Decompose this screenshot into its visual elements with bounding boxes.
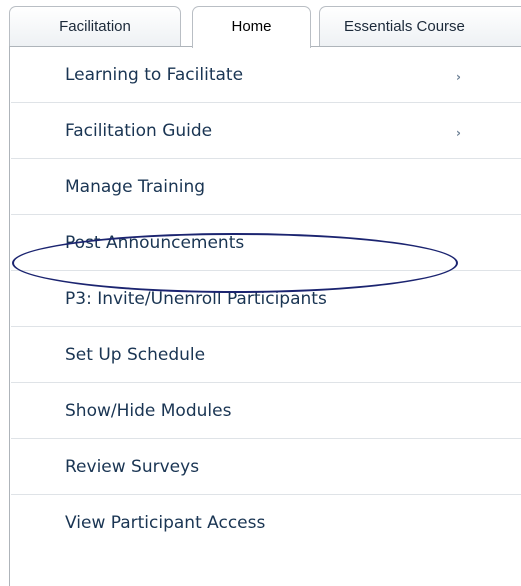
- chevron-right-icon: ›: [456, 69, 461, 84]
- menu-item-label: Show/Hide Modules: [65, 400, 232, 421]
- tab-bar: Facilitation Home Essentials Course: [0, 0, 521, 48]
- menu-item-label: Post Announcements: [65, 232, 245, 253]
- menu-item-learning-to-facilitate[interactable]: Learning to Facilitate ›: [11, 47, 521, 103]
- chevron-right-icon: ›: [456, 125, 461, 140]
- menu-item-view-participant-access[interactable]: View Participant Access: [11, 495, 521, 551]
- menu-item-label: P3: Invite/Unenroll Participants: [65, 288, 327, 309]
- menu-item-label: Review Surveys: [65, 456, 200, 477]
- menu-item-label: Manage Training: [65, 176, 206, 197]
- menu-item-review-surveys[interactable]: Review Surveys: [11, 439, 521, 495]
- tab-home-label: Home: [231, 18, 272, 35]
- menu-item-post-announcements[interactable]: Post Announcements: [11, 215, 521, 271]
- menu-item-label: View Participant Access: [65, 513, 266, 533]
- tab-facilitation-label: Facilitation: [59, 18, 131, 35]
- menu-item-show-hide-modules[interactable]: Show/Hide Modules: [11, 383, 521, 439]
- dropdown-menu: Learning to Facilitate › Facilitation Gu…: [9, 46, 521, 586]
- menu-item-label: Set Up Schedule: [65, 344, 206, 365]
- tab-essentials-course-label: Essentials Course: [344, 18, 465, 35]
- menu-item-facilitation-guide[interactable]: Facilitation Guide ›: [11, 103, 521, 159]
- menu-item-manage-training[interactable]: Manage Training: [11, 159, 521, 215]
- menu-item-set-up-schedule[interactable]: Set Up Schedule: [11, 327, 521, 383]
- menu-item-invite-unenroll-participants[interactable]: P3: Invite/Unenroll Participants: [11, 271, 521, 327]
- menu-item-label: Facilitation Guide: [65, 120, 213, 141]
- tab-essentials-course[interactable]: Essentials Course: [319, 6, 521, 46]
- tab-home[interactable]: Home: [192, 6, 311, 48]
- tab-facilitation[interactable]: Facilitation: [9, 6, 181, 46]
- menu-item-label: Learning to Facilitate: [65, 64, 244, 85]
